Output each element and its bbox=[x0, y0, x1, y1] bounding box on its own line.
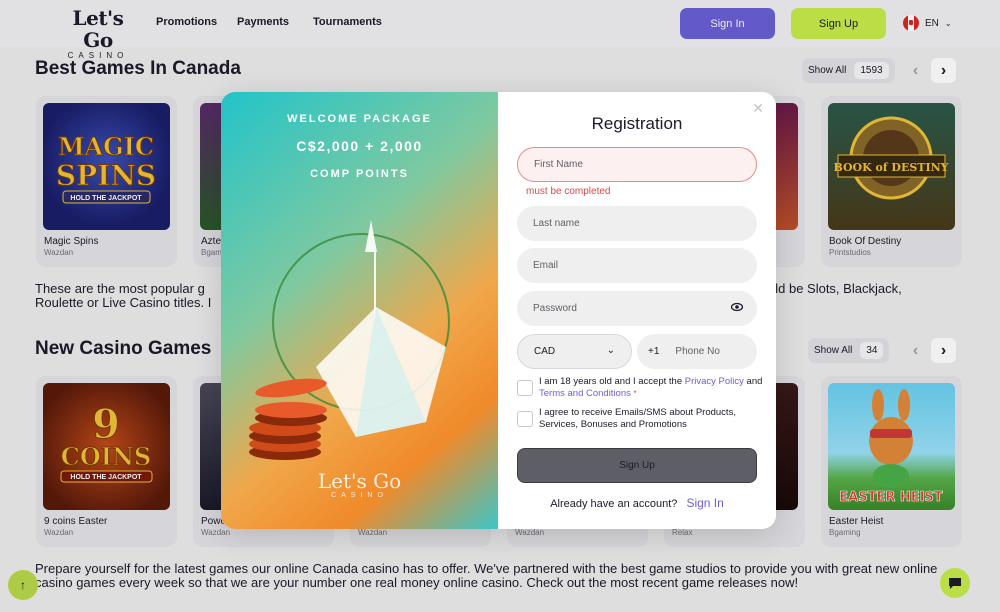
phone-placeholder: Phone No bbox=[675, 346, 720, 357]
promo-logo-sub: CASINO bbox=[331, 492, 388, 499]
required-mark: * bbox=[633, 388, 637, 398]
registration-modal: WELCOME PACKAGE C$2,000 + 2,000 COMP POI… bbox=[221, 92, 776, 529]
first-name-placeholder: First Name bbox=[534, 159, 583, 170]
last-name-field[interactable]: Last name bbox=[517, 206, 757, 241]
age-terms-checkbox[interactable] bbox=[517, 380, 533, 396]
marketing-checkbox[interactable] bbox=[517, 411, 533, 427]
terms-link[interactable]: Terms and Conditions bbox=[539, 388, 631, 399]
first-name-error: must be completed bbox=[526, 186, 611, 197]
signup-submit-button[interactable]: Sign Up bbox=[517, 448, 757, 483]
registration-title: Registration bbox=[591, 114, 683, 133]
password-field[interactable]: Password bbox=[517, 291, 757, 326]
welcome-promo-panel: WELCOME PACKAGE C$2,000 + 2,000 COMP POI… bbox=[221, 92, 498, 529]
promo-logo-main: Let's Go bbox=[317, 469, 402, 493]
and-label: and bbox=[746, 376, 763, 387]
phone-prefix: +1 bbox=[648, 346, 660, 357]
currency-select[interactable]: CAD ⌄ bbox=[517, 334, 632, 369]
already-have-account: Already have an account? Sign In bbox=[498, 496, 776, 510]
age-terms-text: I am 18 years old and I accept the Priva… bbox=[539, 376, 764, 399]
email-placeholder: Email bbox=[533, 260, 559, 271]
age-terms-label: I am 18 years old and I accept the bbox=[539, 376, 683, 387]
chevron-down-icon: ⌄ bbox=[606, 345, 615, 356]
first-name-field[interactable]: First Name bbox=[517, 147, 757, 182]
last-name-placeholder: Last name bbox=[533, 218, 580, 229]
privacy-policy-link[interactable]: Privacy Policy bbox=[685, 376, 744, 387]
diamond-chips-illustration bbox=[249, 220, 450, 460]
eye-icon[interactable] bbox=[730, 302, 744, 315]
marketing-text: I agree to receive Emails/SMS about Prod… bbox=[539, 407, 736, 430]
already-text: Already have an account? bbox=[550, 498, 678, 510]
currency-value: CAD bbox=[534, 346, 556, 357]
password-placeholder: Password bbox=[533, 303, 577, 314]
email-field[interactable]: Email bbox=[517, 248, 757, 283]
promo-logo: Let's Go CASINO bbox=[221, 470, 498, 499]
phone-field[interactable]: +1 Phone No bbox=[637, 334, 757, 369]
registration-form: ✕ Registration First Name must be comple… bbox=[498, 92, 776, 529]
signin-link[interactable]: Sign In bbox=[686, 496, 723, 510]
